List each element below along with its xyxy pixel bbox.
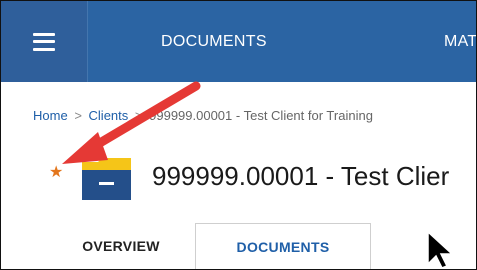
breadcrumb-separator: > [74, 108, 82, 123]
breadcrumb-clients[interactable]: Clients [89, 108, 129, 123]
breadcrumb-home[interactable]: Home [33, 108, 68, 123]
breadcrumb: Home > Clients > 999999.00001 - Test Cli… [33, 108, 373, 123]
tab-documents[interactable]: DOCUMENTS [195, 223, 371, 269]
nav-divider [87, 1, 88, 82]
top-navigation-bar: DOCUMENTS MAT [1, 1, 476, 82]
nav-matters[interactable]: MAT [444, 1, 476, 82]
hamburger-menu-icon [33, 32, 55, 51]
menu-button[interactable] [1, 1, 87, 82]
breadcrumb-separator: > [134, 108, 143, 123]
tab-overview[interactable]: OVERVIEW [71, 223, 171, 269]
breadcrumb-current: 999999.00001 - Test Client for Training [149, 108, 373, 123]
app-window: DOCUMENTS MAT Home > Clients > 999999.00… [0, 0, 477, 270]
star-icon[interactable]: ★ [49, 165, 63, 181]
nav-documents[interactable]: DOCUMENTS [161, 1, 267, 82]
page-title: 999999.00001 - Test Clier [152, 161, 450, 191]
folder-icon [82, 158, 131, 200]
